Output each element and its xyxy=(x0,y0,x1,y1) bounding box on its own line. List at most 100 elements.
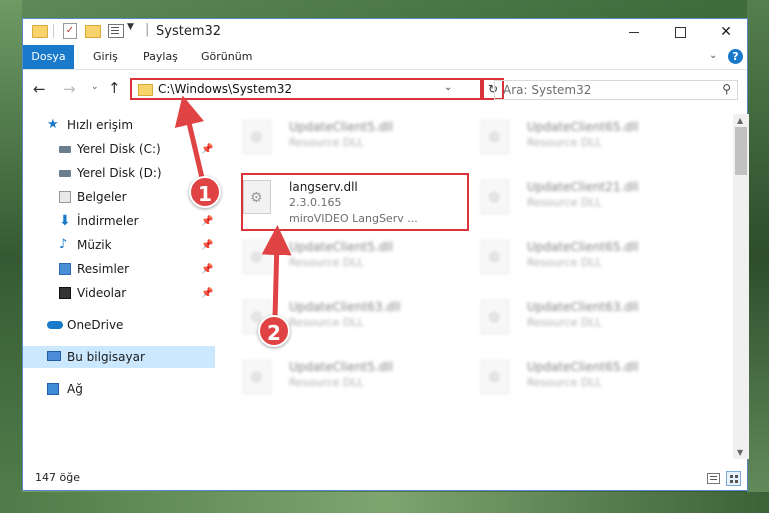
file-name: UpdateClient63.dll xyxy=(527,300,639,314)
divider xyxy=(53,24,54,38)
tab-share[interactable]: Paylaş xyxy=(143,45,178,69)
pin-icon[interactable]: 📌 xyxy=(201,235,213,257)
list-item[interactable]: UpdateClient5.dll Resource DLL xyxy=(233,354,463,410)
sidebar-item-pictures[interactable]: Resimler 📌 xyxy=(23,258,215,280)
file-name: UpdateClient5.dll xyxy=(289,240,393,254)
sidebar-item-label: Müzik xyxy=(77,238,112,252)
sidebar-item-downloads[interactable]: ⬇ İndirmeler 📌 xyxy=(23,210,215,232)
navigation-pane: ★ Hızlı erişim Yerel Disk (C:) 📌 Yerel D… xyxy=(23,114,215,459)
list-item[interactable]: UpdateClient65.dll Resource DLL xyxy=(471,114,701,170)
ribbon-tabs: Dosya Giriş Paylaş Görünüm ⌄ ? xyxy=(23,45,747,70)
search-icon[interactable]: ⚲ xyxy=(722,82,731,96)
back-arrow-icon[interactable]: ← xyxy=(33,80,46,98)
sidebar-item-music[interactable]: ♪ Müzik 📌 xyxy=(23,234,215,256)
list-item[interactable]: UpdateClient5.dll Resource DLL xyxy=(233,114,463,170)
step-badge-2: 2 xyxy=(258,315,290,347)
list-item[interactable]: UpdateClient63.dll Resource DLL xyxy=(471,294,701,350)
new-folder-icon[interactable] xyxy=(85,25,101,38)
forward-arrow-icon[interactable]: → xyxy=(63,80,76,98)
star-icon: ★ xyxy=(47,117,59,132)
close-button[interactable]: ✕ xyxy=(703,19,749,45)
chevron-up-icon[interactable]: ▲ xyxy=(737,116,743,125)
pin-icon[interactable]: 📌 xyxy=(201,211,213,233)
divider: | xyxy=(145,22,150,37)
sidebar-item-onedrive[interactable]: OneDrive xyxy=(23,314,215,336)
file-icon xyxy=(243,360,271,394)
file-name: UpdateClient5.dll xyxy=(289,120,393,134)
file-icon xyxy=(243,120,271,154)
file-name: UpdateClient5.dll xyxy=(289,360,393,374)
file-type: Resource DLL xyxy=(527,256,602,269)
search-input[interactable]: Ara: System32 ⚲ xyxy=(494,80,738,100)
properties-check-icon[interactable]: ✓ xyxy=(63,23,77,39)
sidebar-item-label: OneDrive xyxy=(67,318,124,332)
desktop-background-right xyxy=(747,0,769,513)
properties-icon[interactable] xyxy=(108,24,124,38)
file-name: UpdateClient65.dll xyxy=(527,360,639,374)
folder-icon xyxy=(138,84,153,96)
sidebar-item-label: Hızlı erişim xyxy=(67,118,134,132)
sidebar-item-documents[interactable]: Belgeler xyxy=(23,186,215,208)
navigation-bar: ← → ⌄ ↑ C:\Windows\System32 ⌄ ↻ Ara: Sys… xyxy=(23,70,747,106)
desktop-background-bottom xyxy=(0,492,769,513)
list-item[interactable]: UpdateClient65.dll Resource DLL xyxy=(471,354,701,410)
pictures-icon xyxy=(59,263,71,275)
sidebar-item-quick-access[interactable]: ★ Hızlı erişim xyxy=(23,114,215,136)
details-view-icon[interactable] xyxy=(707,473,720,484)
sidebar-item-videos[interactable]: Videolar 📌 xyxy=(23,282,215,304)
tab-file[interactable]: Dosya xyxy=(23,45,74,69)
sidebar-item-local-disk-d[interactable]: Yerel Disk (D:) xyxy=(23,162,215,184)
search-placeholder: Ara: System32 xyxy=(503,83,592,97)
pin-icon[interactable]: 📌 xyxy=(201,259,213,281)
file-type: Resource DLL xyxy=(527,136,602,149)
sidebar-item-network[interactable]: Ağ xyxy=(23,378,215,400)
list-item[interactable]: UpdateClient21.dll Resource DLL xyxy=(471,174,701,230)
network-icon xyxy=(47,383,59,395)
chevron-down-icon[interactable]: ⌄ xyxy=(444,82,452,93)
item-count: 147 öğe xyxy=(35,471,80,484)
cloud-icon xyxy=(47,321,63,329)
scroll-thumb[interactable] xyxy=(735,127,747,175)
tab-view[interactable]: Görünüm xyxy=(201,45,252,69)
address-path[interactable]: C:\Windows\System32 xyxy=(158,82,292,96)
chevron-down-icon[interactable]: ⌄ xyxy=(709,50,717,61)
pin-icon[interactable]: 📌 xyxy=(201,139,213,161)
tab-home[interactable]: Giriş xyxy=(93,45,118,69)
sidebar-item-label: Ağ xyxy=(67,382,83,396)
sidebar-item-local-disk-c[interactable]: Yerel Disk (C:) 📌 xyxy=(23,138,215,160)
list-item[interactable]: UpdateClient5.dll Resource DLL xyxy=(233,234,463,290)
highlight-box xyxy=(241,173,469,231)
file-type: Resource DLL xyxy=(289,136,364,149)
file-icon xyxy=(481,120,509,154)
file-type: Resource DLL xyxy=(289,316,364,329)
sidebar-item-label: Bu bilgisayar xyxy=(67,350,145,364)
pc-icon xyxy=(47,351,61,361)
file-type: Resource DLL xyxy=(527,316,602,329)
maximize-icon xyxy=(674,26,686,38)
download-icon: ⬇ xyxy=(59,213,71,229)
minimize-button[interactable] xyxy=(611,19,657,45)
file-explorer-window: ✓ ▼ | System32 ✕ Dosya Giriş Paylaş Görü… xyxy=(22,18,749,491)
list-item[interactable]: UpdateClient65.dll Resource DLL xyxy=(471,234,701,290)
folder-icon xyxy=(32,25,48,38)
file-icon xyxy=(481,360,509,394)
video-icon xyxy=(59,287,71,299)
sidebar-item-label: Videolar xyxy=(77,286,127,300)
up-arrow-icon[interactable]: ↑ xyxy=(108,79,121,97)
vertical-scrollbar[interactable]: ▲ ▼ xyxy=(733,114,749,459)
file-name: UpdateClient21.dll xyxy=(527,180,639,194)
file-icon xyxy=(481,300,509,334)
chevron-down-icon[interactable]: ▼ xyxy=(127,22,134,32)
large-icons-view-icon[interactable] xyxy=(726,471,741,486)
chevron-down-icon[interactable]: ⌄ xyxy=(91,82,99,92)
address-bar[interactable]: C:\Windows\System32 ⌄ xyxy=(130,78,482,100)
sidebar-item-label: Yerel Disk (C:) xyxy=(77,142,161,156)
help-icon[interactable]: ? xyxy=(728,49,743,64)
pin-icon[interactable]: 📌 xyxy=(201,283,213,305)
file-name: UpdateClient63.dll xyxy=(289,300,401,314)
file-icon xyxy=(481,240,509,274)
sidebar-item-this-pc[interactable]: Bu bilgisayar xyxy=(23,346,215,368)
chevron-down-icon[interactable]: ▼ xyxy=(737,448,743,457)
sidebar-item-label: İndirmeler xyxy=(77,214,139,228)
maximize-button[interactable] xyxy=(657,19,703,45)
